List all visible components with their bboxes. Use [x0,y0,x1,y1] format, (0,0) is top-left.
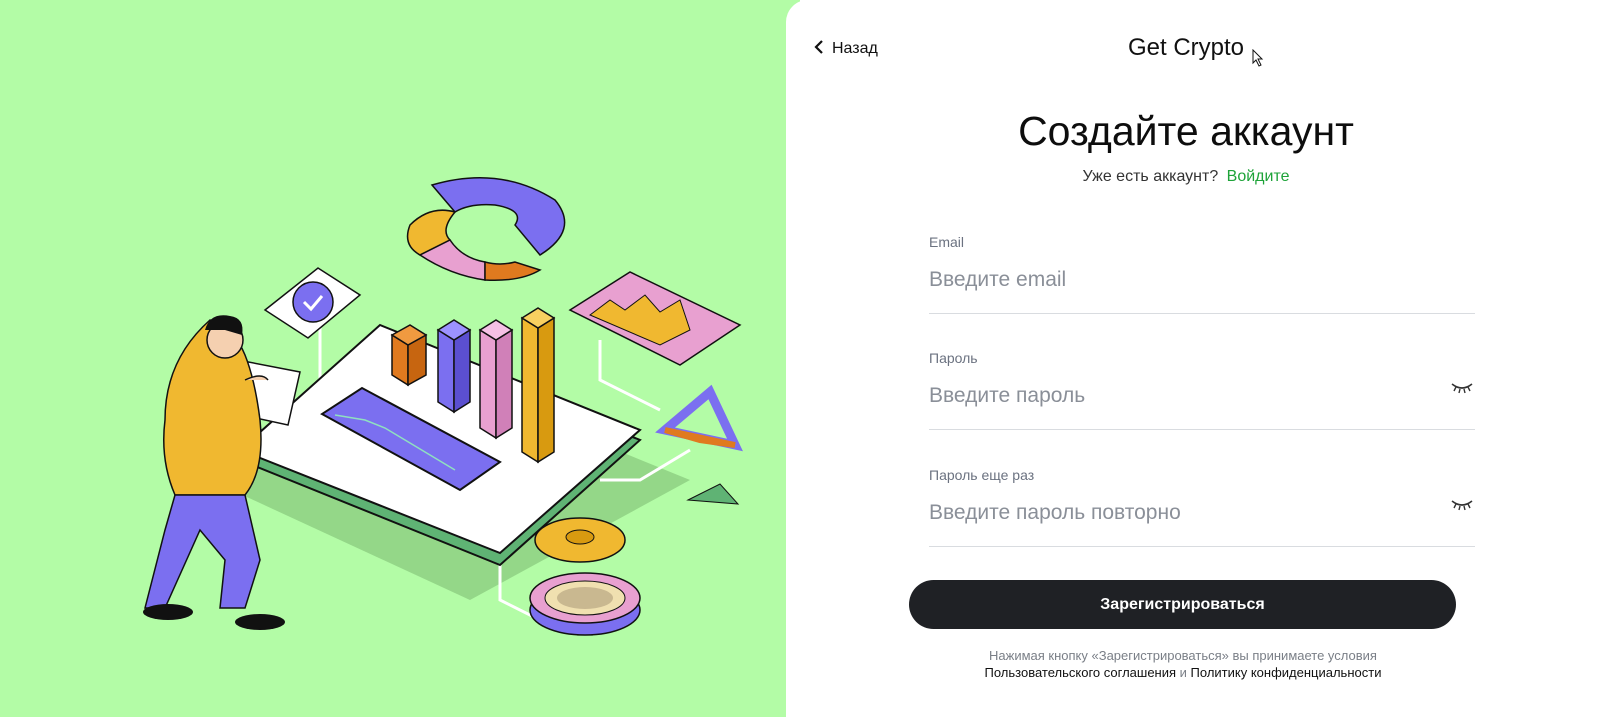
password-field: Пароль [929,350,1475,430]
privacy-policy-link[interactable]: Политику конфиденциальности [1191,665,1382,680]
password-repeat-label: Пароль еще раз [929,467,1035,483]
terms-notice: Нажимая кнопку «Зарегистрироваться» вы п… [786,647,1580,681]
password-repeat-input[interactable] [929,501,1429,525]
crypto-analytics-illustration [143,177,743,636]
login-link[interactable]: Войдите [1227,168,1290,185]
eye-closed-icon[interactable] [1451,381,1473,399]
email-label: Email [929,234,965,250]
password-label: Пароль [929,350,978,366]
illustration-panel [0,0,800,717]
login-prompt: Уже есть аккаунт? Войдите [786,168,1586,186]
signup-panel: Назад Get Crypto Создайте аккаунт Уже ес… [786,0,1600,717]
user-agreement-link[interactable]: Пользовательского соглашения [985,665,1177,680]
brand-title: Get Crypto [786,34,1586,67]
terms-text: Нажимая кнопку «Зарегистрироваться» вы п… [989,648,1377,663]
terms-and: и [1179,665,1187,680]
page-title: Создайте аккаунт [1018,108,1354,154]
register-button[interactable]: Зарегистрироваться [909,580,1456,629]
email-field: Email [929,234,1475,314]
mouse-pointer-icon [1252,46,1264,74]
have-account-text: Уже есть аккаунт? [1082,168,1219,185]
email-input[interactable] [929,268,1429,292]
eye-closed-icon[interactable] [1451,498,1473,516]
password-repeat-field: Пароль еще раз [929,467,1475,547]
password-input[interactable] [929,384,1429,408]
